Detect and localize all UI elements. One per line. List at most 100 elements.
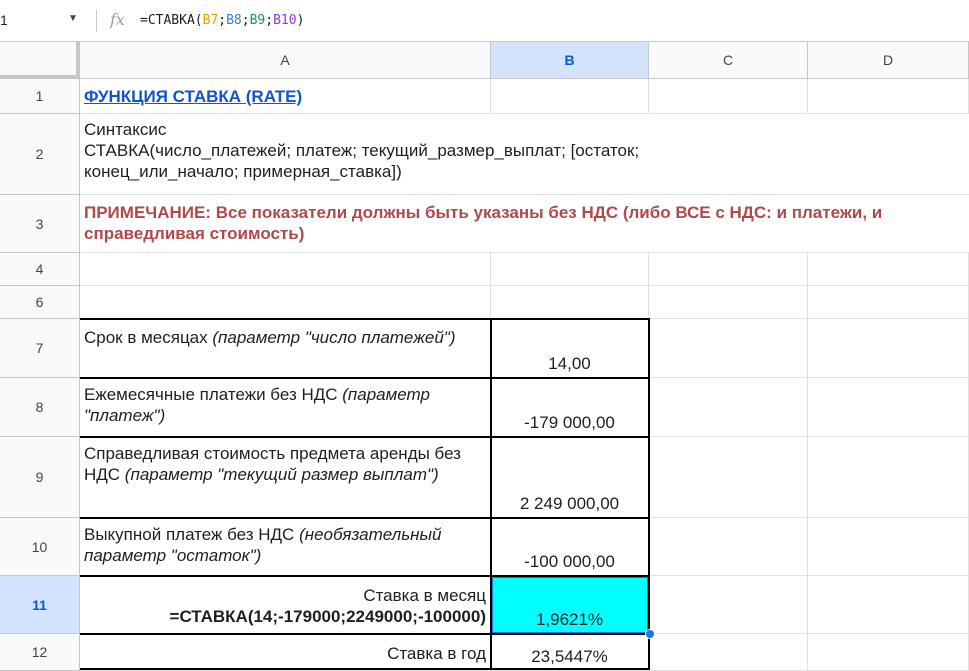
value-text: 1,9621% xyxy=(535,610,604,629)
formula-ref: B9 xyxy=(249,13,266,28)
table-border xyxy=(80,377,650,379)
cell-b8[interactable]: -179 000,00 xyxy=(491,378,649,437)
cell-d1[interactable] xyxy=(808,79,969,114)
select-all-corner[interactable] xyxy=(0,42,80,79)
chevron-down-icon[interactable]: ▼ xyxy=(68,13,78,24)
row-header-11[interactable]: 11 xyxy=(0,576,80,634)
row-header-1[interactable]: 1 xyxy=(0,79,80,114)
cell-b6[interactable] xyxy=(491,286,649,319)
cell-b10[interactable]: -100 000,00 xyxy=(491,518,649,576)
cell-c9[interactable] xyxy=(649,437,808,518)
cell-c7[interactable] xyxy=(649,319,808,378)
cell-a11[interactable]: Ставка в месяц =СТАВКА(14;-179000;224900… xyxy=(80,576,491,634)
formula-prefix: =СТАВКА( xyxy=(140,13,203,28)
cell-d6[interactable] xyxy=(808,286,969,319)
cell-b12[interactable]: 23,5447% xyxy=(491,634,649,671)
cell-c4[interactable] xyxy=(649,253,808,286)
syntax-line: конец_или_начало; примерная_ставка]) xyxy=(84,162,402,181)
row-header-2[interactable]: 2 xyxy=(0,114,80,195)
cell-a12[interactable]: Ставка в год xyxy=(80,634,491,671)
table-border xyxy=(80,633,650,635)
cell-b11[interactable]: 1,9621% xyxy=(491,576,649,634)
formula-suffix: ) xyxy=(296,13,305,28)
formula-sep: ; xyxy=(265,13,274,28)
value-text: 2 249 000,00 xyxy=(519,494,620,513)
param-hint: (параметр "число платежей") xyxy=(212,328,456,347)
formula-sep: ; xyxy=(218,13,227,28)
cell-a1[interactable]: ФУНКЦИЯ СТАВКА (RATE) xyxy=(80,79,491,114)
formula-ref: B7 xyxy=(202,13,219,28)
value-text: 14,00 xyxy=(548,354,591,373)
formula-ref: B10 xyxy=(273,13,297,28)
syntax-label: Синтаксис xyxy=(84,120,167,139)
row-header-8[interactable]: 8 xyxy=(0,378,80,437)
cell-d7[interactable] xyxy=(808,319,969,378)
name-box-ref: 1 xyxy=(0,12,8,28)
value-text: -179 000,00 xyxy=(524,413,615,432)
cell-d10[interactable] xyxy=(808,518,969,576)
cell-a4[interactable] xyxy=(80,253,491,286)
row-header-6[interactable]: 6 xyxy=(0,286,80,319)
label-text: Выкупной платеж без НДС xyxy=(84,525,300,544)
cell-d9[interactable] xyxy=(808,437,969,518)
formula-ref: B8 xyxy=(226,13,242,28)
table-border xyxy=(80,436,650,438)
column-header-d[interactable]: D xyxy=(808,42,969,79)
label-text: Ежемесячные платежи без НДС xyxy=(84,385,343,404)
cell-a2[interactable]: Синтаксис СТАВКА(число_платежей; платеж;… xyxy=(80,114,640,195)
cell-b7[interactable]: 14,00 xyxy=(491,319,649,378)
column-header-a[interactable]: A xyxy=(80,42,491,79)
cell-b1[interactable] xyxy=(491,79,649,114)
syntax-line: СТАВКА(число_платежей; платеж; текущий_р… xyxy=(84,141,640,160)
result-label: Ставка в месяц xyxy=(363,586,486,605)
cell-c10[interactable] xyxy=(649,518,808,576)
note-label: ПРИМЕЧАНИЕ: xyxy=(84,203,211,222)
formula-text: =СТАВКА(14;-179000;2249000;-100000) xyxy=(169,607,486,626)
table-border xyxy=(80,318,650,320)
cell-a10[interactable]: Выкупной платеж без НДС (необязательный … xyxy=(80,518,491,576)
cell-b9[interactable]: 2 249 000,00 xyxy=(491,437,649,518)
cell-c6[interactable] xyxy=(649,286,808,319)
formula-sep: ; xyxy=(241,13,250,28)
cell-a8[interactable]: Ежемесячные платежи без НДС (параметр "п… xyxy=(80,378,491,437)
cell-d12[interactable] xyxy=(808,634,969,671)
value-text: 23,5447% xyxy=(531,647,608,666)
cell-d11[interactable] xyxy=(808,576,969,634)
result-label: Ставка в год xyxy=(387,644,486,663)
row-header-12[interactable]: 12 xyxy=(0,634,80,671)
table-border xyxy=(80,517,650,519)
cell-a9[interactable]: Справедливая стоимость предмета аренды б… xyxy=(80,437,491,518)
row-header-3[interactable]: 3 xyxy=(0,195,80,253)
cell-a7[interactable]: Срок в месяцах (параметр "число платежей… xyxy=(80,319,491,378)
table-border xyxy=(490,318,492,670)
cell-d4[interactable] xyxy=(808,253,969,286)
cell-d8[interactable] xyxy=(808,378,969,437)
fx-icon: fx xyxy=(110,10,125,29)
row-header-7[interactable]: 7 xyxy=(0,319,80,378)
cell-a3[interactable]: ПРИМЕЧАНИЕ: Все показатели должны быть у… xyxy=(80,195,969,253)
formula-input[interactable]: =СТАВКА(B7;B8;B9;B10) xyxy=(140,13,304,28)
row-header-9[interactable]: 9 xyxy=(0,437,80,518)
row-header-4[interactable]: 4 xyxy=(0,253,80,286)
cell-a6[interactable] xyxy=(80,286,491,319)
label-text: Срок в месяцах xyxy=(84,328,213,347)
param-hint: (параметр "текущий размер выплат") xyxy=(124,465,439,484)
table-border xyxy=(80,575,650,577)
cell-b4[interactable] xyxy=(491,253,649,286)
sheet-title: ФУНКЦИЯ СТАВКА (RATE) xyxy=(84,87,303,106)
note-text: ПРИМЕЧАНИЕ: Все показатели должны быть у… xyxy=(84,202,954,244)
formula-bar: 1 ▼ fx =СТАВКА(B7;B8;B9;B10) xyxy=(0,0,969,42)
column-header-c[interactable]: C xyxy=(649,42,808,79)
cell-c1[interactable] xyxy=(649,79,808,114)
divider xyxy=(96,10,97,32)
row-header-10[interactable]: 10 xyxy=(0,518,80,576)
table-border xyxy=(648,318,650,670)
table-border xyxy=(80,668,650,670)
column-header-b[interactable]: B xyxy=(491,42,649,79)
cell-c8[interactable] xyxy=(649,378,808,437)
name-box[interactable]: 1 ▼ xyxy=(0,0,92,41)
value-text: -100 000,00 xyxy=(524,552,615,571)
cell-c12[interactable] xyxy=(649,634,808,671)
cell-c11[interactable] xyxy=(649,576,808,634)
fill-handle[interactable] xyxy=(645,629,655,639)
